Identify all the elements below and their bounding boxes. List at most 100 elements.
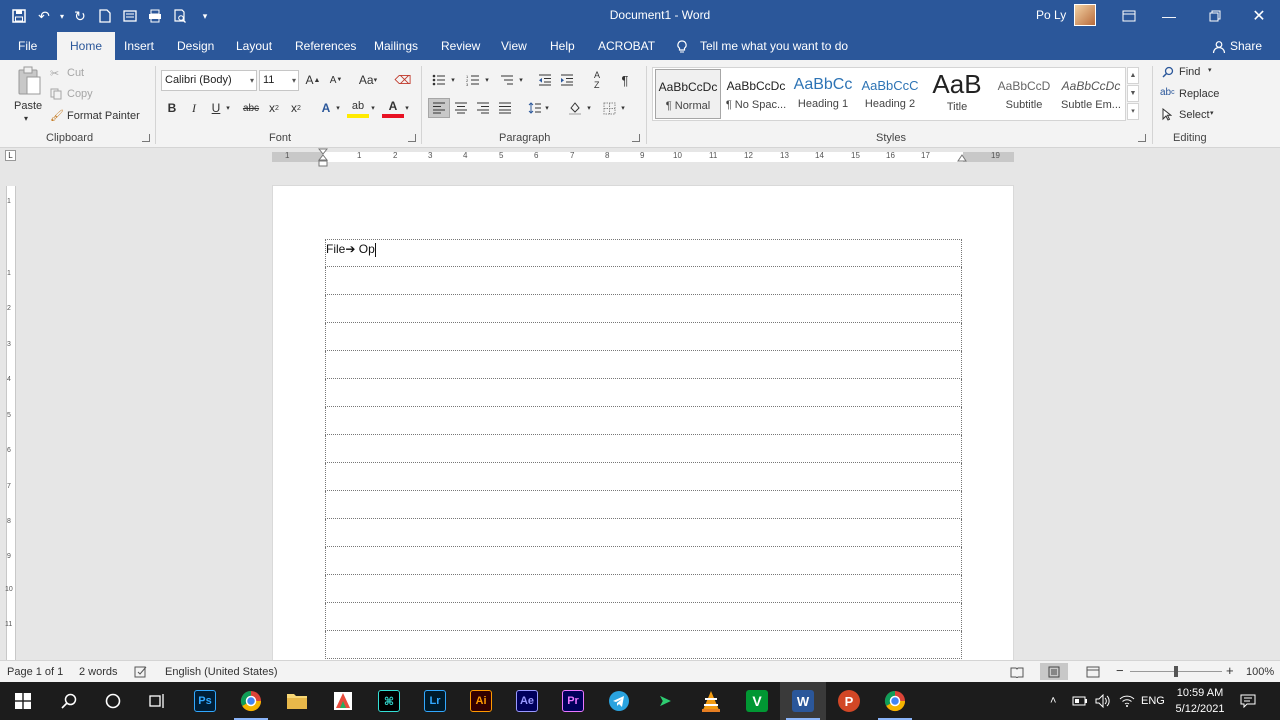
user-avatar[interactable] bbox=[1074, 4, 1096, 26]
volume-icon[interactable] bbox=[1095, 682, 1111, 720]
font-color-dropdown-icon[interactable]: ▾ bbox=[402, 98, 412, 118]
right-indent-marker-icon[interactable] bbox=[957, 154, 967, 162]
table-row[interactable] bbox=[325, 435, 962, 463]
vlc-icon[interactable] bbox=[688, 682, 734, 720]
underline-dropdown-icon[interactable]: ▾ bbox=[223, 98, 233, 118]
clear-formatting-icon[interactable]: ⌫ bbox=[392, 70, 414, 90]
tab-insert[interactable]: Insert bbox=[124, 32, 154, 60]
word-taskbar-icon[interactable]: W bbox=[780, 682, 826, 720]
read-mode-icon[interactable] bbox=[1010, 666, 1024, 681]
superscript-icon[interactable]: x2 bbox=[285, 98, 307, 118]
paste-button[interactable]: Paste bbox=[14, 100, 42, 112]
chrome-icon-2[interactable] bbox=[872, 682, 918, 720]
table-cell-text[interactable]: File➔ Op bbox=[326, 242, 376, 257]
table-row[interactable] bbox=[325, 631, 962, 659]
new-document-icon[interactable] bbox=[94, 5, 116, 27]
shading-dropdown-icon[interactable]: ▾ bbox=[584, 98, 594, 118]
style-heading-2[interactable]: AaBbCcC Heading 2 bbox=[857, 69, 923, 119]
tab-selector-icon[interactable]: L bbox=[5, 150, 16, 161]
system-clock[interactable]: 10:59 AM 5/12/2021 bbox=[1170, 685, 1230, 717]
borders-icon[interactable] bbox=[598, 98, 620, 118]
quick-print-icon[interactable] bbox=[144, 5, 166, 27]
font-size-select[interactable]: 11 ▾ bbox=[259, 70, 299, 91]
change-case-icon[interactable]: Aa ▾ bbox=[354, 70, 382, 90]
numbering-dropdown-icon[interactable]: ▾ bbox=[482, 70, 492, 90]
find-dropdown-icon[interactable]: ▾ bbox=[1208, 66, 1212, 74]
customize-qat-icon[interactable]: ▾ bbox=[194, 5, 216, 27]
print-preview-icon[interactable] bbox=[169, 5, 191, 27]
paste-dropdown-icon[interactable]: ▾ bbox=[24, 114, 28, 123]
table-row[interactable] bbox=[325, 351, 962, 379]
font-family-select[interactable]: Calibri (Body) ▾ bbox=[161, 70, 257, 91]
zoom-slider-thumb[interactable] bbox=[1174, 666, 1178, 677]
tab-mailings[interactable]: Mailings bbox=[374, 32, 418, 60]
cut-button[interactable]: Cut bbox=[67, 67, 84, 79]
indent-marker-icon[interactable] bbox=[318, 148, 328, 168]
line-spacing-dropdown-icon[interactable]: ▾ bbox=[542, 98, 552, 118]
file-explorer-icon[interactable] bbox=[274, 682, 320, 720]
premiere-icon[interactable]: Pr bbox=[550, 682, 596, 720]
decrease-indent-icon[interactable] bbox=[534, 70, 556, 90]
font-color-icon[interactable]: A bbox=[382, 98, 404, 118]
undo-dropdown-icon[interactable]: ▾ bbox=[58, 5, 66, 27]
increase-indent-icon[interactable] bbox=[556, 70, 578, 90]
zoom-level[interactable]: 100% bbox=[1246, 666, 1274, 678]
restore-icon[interactable] bbox=[1192, 0, 1238, 32]
proofing-icon[interactable] bbox=[134, 666, 148, 681]
lightroom-icon[interactable]: Lr bbox=[412, 682, 458, 720]
bullets-icon[interactable] bbox=[428, 70, 450, 90]
styles-scroll-down-icon[interactable]: ▼ bbox=[1127, 85, 1139, 102]
multilevel-list-icon[interactable] bbox=[496, 70, 518, 90]
chrome-icon[interactable] bbox=[228, 682, 274, 720]
web-layout-icon[interactable] bbox=[1086, 666, 1100, 681]
show-formatting-marks-icon[interactable]: ¶ bbox=[614, 70, 636, 90]
ms-office-icon[interactable] bbox=[320, 682, 366, 720]
align-left-icon[interactable] bbox=[428, 98, 450, 118]
page-count[interactable]: Page 1 of 1 bbox=[7, 666, 63, 678]
document-table[interactable]: File➔ Op bbox=[325, 239, 962, 661]
borders-dropdown-icon[interactable]: ▾ bbox=[618, 98, 628, 118]
paste-icon[interactable] bbox=[16, 66, 42, 96]
copy-button[interactable]: Copy bbox=[67, 88, 93, 100]
clipboard-launcher-icon[interactable] bbox=[142, 134, 150, 142]
vim-icon[interactable]: V bbox=[734, 682, 780, 720]
cortana-icon[interactable] bbox=[90, 682, 136, 720]
close-icon[interactable]: ✕ bbox=[1236, 0, 1280, 32]
zoom-in-icon[interactable]: + bbox=[1226, 663, 1234, 678]
table-row[interactable] bbox=[325, 463, 962, 491]
select-button[interactable]: Select bbox=[1179, 109, 1210, 121]
sort-icon[interactable]: AZ bbox=[586, 70, 608, 90]
print-layout-icon[interactable] bbox=[119, 5, 141, 27]
illustrator-icon[interactable]: Ai bbox=[458, 682, 504, 720]
find-button[interactable]: Find bbox=[1179, 66, 1200, 78]
language-indicator[interactable]: English (United States) bbox=[165, 666, 278, 678]
tab-help[interactable]: Help bbox=[550, 32, 575, 60]
table-row[interactable]: File➔ Op bbox=[325, 239, 962, 267]
select-dropdown-icon[interactable]: ▾ bbox=[1210, 109, 1214, 117]
table-row[interactable] bbox=[325, 267, 962, 295]
font-launcher-icon[interactable] bbox=[408, 134, 416, 142]
save-icon[interactable] bbox=[8, 5, 30, 27]
tab-home[interactable]: Home bbox=[57, 32, 116, 60]
style-heading-1[interactable]: AaBbCc Heading 1 bbox=[790, 69, 856, 119]
tell-me-search[interactable]: Tell me what you want to do bbox=[700, 32, 848, 60]
bold-icon[interactable]: B bbox=[161, 98, 183, 118]
tab-review[interactable]: Review bbox=[441, 32, 480, 60]
style-subtle-emphasis[interactable]: AaBbCcDc Subtle Em... bbox=[1058, 69, 1124, 119]
replace-button[interactable]: Replace bbox=[1179, 88, 1219, 100]
capture-app-icon[interactable]: ⌘ bbox=[366, 682, 412, 720]
app-arrow-icon[interactable]: ➤ bbox=[642, 682, 688, 720]
print-layout-view-icon[interactable] bbox=[1040, 663, 1068, 680]
format-painter-button[interactable]: Format Painter bbox=[67, 110, 140, 122]
show-hidden-icons[interactable]: ˄ bbox=[1050, 682, 1056, 720]
styles-more-icon[interactable]: ▾ bbox=[1127, 103, 1139, 120]
table-row[interactable] bbox=[325, 603, 962, 631]
telegram-icon[interactable] bbox=[596, 682, 642, 720]
tab-references[interactable]: References bbox=[295, 32, 356, 60]
subscript-icon[interactable]: x2 bbox=[263, 98, 285, 118]
minimize-icon[interactable]: — bbox=[1146, 0, 1192, 32]
highlight-icon[interactable]: ab bbox=[347, 98, 369, 118]
table-row[interactable] bbox=[325, 295, 962, 323]
table-row[interactable] bbox=[325, 519, 962, 547]
tab-view[interactable]: View bbox=[501, 32, 527, 60]
